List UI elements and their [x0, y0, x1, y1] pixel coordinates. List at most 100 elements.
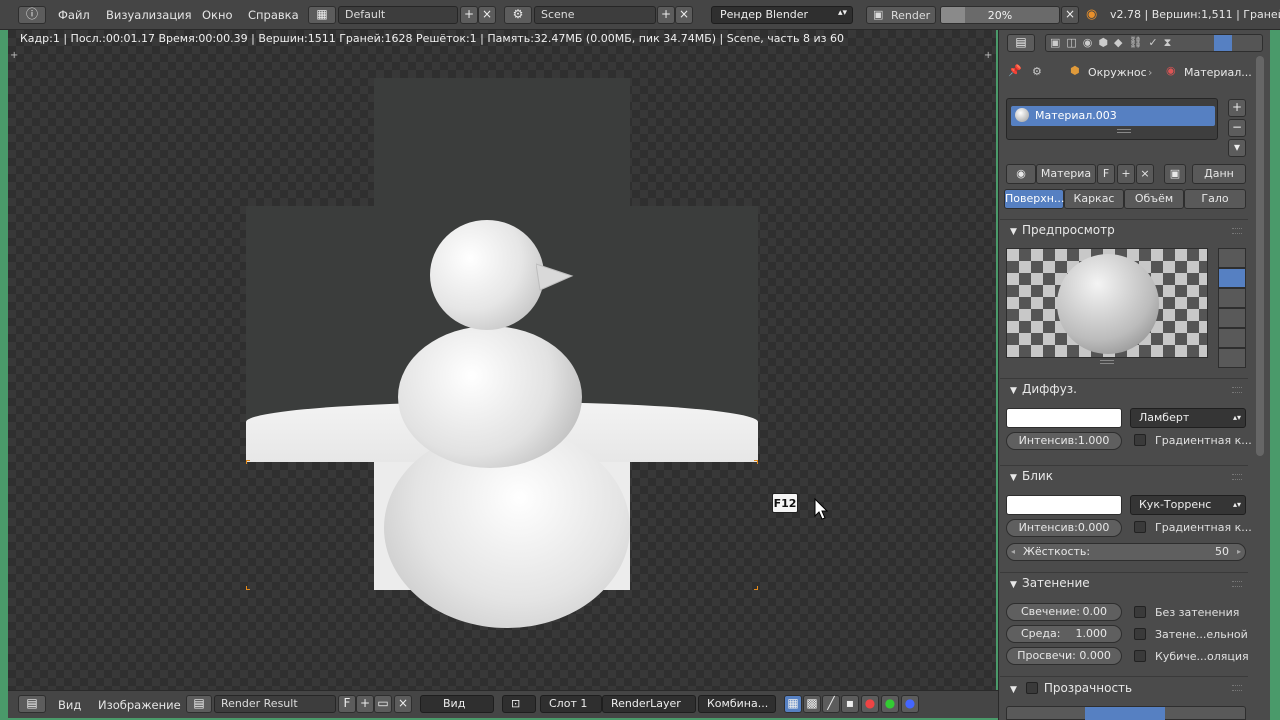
image-browse-icon[interactable]: ▤	[186, 695, 212, 713]
list-resize-grip[interactable]	[1117, 129, 1131, 133]
preview-sphere-icon[interactable]	[1218, 268, 1246, 288]
scene-add-icon[interactable]: +	[657, 6, 675, 24]
material-slot-list[interactable]: Материал.003	[1006, 98, 1218, 140]
transparency-mode-row[interactable]	[1006, 706, 1246, 720]
tab-volume[interactable]: Объём	[1124, 189, 1184, 209]
render-layer-dropdown[interactable]: RenderLayer	[602, 695, 696, 713]
tangent-shading-checkbox[interactable]	[1134, 628, 1146, 640]
preview-monkey-icon[interactable]	[1218, 308, 1246, 328]
diffuse-panel-header[interactable]: ▼ Диффуз.	[1000, 378, 1248, 402]
material-fake-user[interactable]: F	[1097, 164, 1115, 184]
material-context-icon[interactable]	[1214, 35, 1232, 51]
layout-field[interactable]: Default	[338, 6, 458, 24]
slot-menu-icon[interactable]: ▾	[1228, 139, 1246, 157]
panel-grip-icon[interactable]	[1232, 387, 1242, 393]
pivot-dropdown[interactable]: ⊡	[502, 695, 536, 713]
transparency-checkbox[interactable]	[1025, 682, 1038, 694]
cancel-render-icon[interactable]: ×	[1061, 6, 1079, 24]
translucency-field[interactable]: Просвечи: 0.000	[1006, 647, 1122, 665]
editor-type-icon[interactable]: ▤	[18, 695, 46, 713]
green-channel-icon[interactable]: ●	[881, 695, 899, 713]
preview-cube-icon[interactable]	[1218, 288, 1246, 308]
emit-field[interactable]: Свечение: 0.00	[1006, 603, 1122, 621]
material-browse-icon[interactable]: ◉	[1006, 164, 1036, 184]
red-channel-icon[interactable]: ●	[861, 695, 879, 713]
menu-image[interactable]: Изображение	[98, 698, 181, 712]
z-buffer-icon[interactable]: ╱	[822, 695, 840, 713]
data-link-dropdown[interactable]: Данн	[1192, 164, 1246, 184]
image-open-icon[interactable]: ▭	[374, 695, 392, 713]
node-toggle-icon[interactable]: ▣	[1164, 164, 1186, 184]
specular-shader-dropdown[interactable]: Кук-Торренс ▴▾	[1130, 495, 1246, 515]
menu-render[interactable]: Визуализация	[106, 8, 192, 22]
context-tabs[interactable]: ▣◫◉⬢◆⛓✓⧗	[1045, 34, 1263, 52]
menu-view[interactable]: Вид	[58, 698, 81, 712]
preview-hair-icon[interactable]	[1218, 328, 1246, 348]
material-unlink-icon[interactable]: ×	[1136, 164, 1154, 184]
info-editor-type-button[interactable]: ⓘ	[18, 6, 46, 24]
properties-editor-icon[interactable]: ▤	[1007, 34, 1035, 52]
image-name-field[interactable]: Render Result	[214, 695, 336, 713]
context-icons[interactable]: ▣◫◉⬢◆⛓✓⧗	[1050, 36, 1177, 50]
hardness-field[interactable]: ◂ Жёсткость: 50 ▸	[1006, 543, 1246, 561]
panel-grip-icon[interactable]	[1232, 474, 1242, 480]
diffuse-color-swatch[interactable]	[1006, 408, 1122, 428]
preview-flat-icon[interactable]	[1218, 248, 1246, 268]
material-name-field[interactable]: Материа	[1036, 164, 1096, 184]
specular-intensity-field[interactable]: Интенсив:0.000	[1006, 519, 1122, 537]
channels-icon[interactable]: ▪	[841, 695, 859, 713]
transparency-mode-active[interactable]	[1085, 707, 1165, 720]
menu-window[interactable]: Окно	[202, 8, 233, 22]
specular-ramp-checkbox[interactable]	[1134, 521, 1146, 533]
alpha-checker-icon[interactable]: ▩	[803, 695, 821, 713]
scene-icon[interactable]: ⚙	[504, 6, 532, 24]
corner-plus-icon[interactable]: +	[10, 50, 18, 61]
layout-icon[interactable]: ▦	[308, 6, 336, 24]
pin-icon[interactable]: 📌	[1008, 64, 1022, 77]
panel-grip-icon[interactable]	[1232, 228, 1242, 234]
diffuse-ramp-checkbox[interactable]	[1134, 434, 1146, 446]
render-pass-dropdown[interactable]: Комбина...	[698, 695, 776, 713]
panel-grip-icon[interactable]	[1232, 685, 1242, 691]
specular-color-swatch[interactable]	[1006, 495, 1122, 515]
image-new-icon[interactable]: +	[356, 695, 374, 713]
fake-user-button[interactable]: F	[338, 695, 356, 713]
preview-sky-icon[interactable]	[1218, 348, 1246, 368]
transparency-panel-header[interactable]: ▼ Прозрачность	[1000, 676, 1248, 700]
chevron-right-icon[interactable]: ▸	[1237, 544, 1241, 560]
corner-plus-icon-right[interactable]: +	[984, 50, 992, 61]
blue-channel-icon[interactable]: ●	[901, 695, 919, 713]
slot-dropdown[interactable]: Слот 1	[540, 695, 602, 713]
diffuse-shader-dropdown[interactable]: Ламберт ▴▾	[1130, 408, 1246, 428]
cubic-interpolation-checkbox[interactable]	[1134, 650, 1146, 662]
view-dropdown[interactable]: Вид	[420, 695, 494, 713]
render-button[interactable]: ▣ Render	[866, 6, 936, 24]
image-editor-area[interactable]: + +	[8, 30, 996, 690]
ambient-field[interactable]: Среда: 1.000	[1006, 625, 1122, 643]
render-engine-dropdown[interactable]: Рендер Blender ▴▾	[711, 6, 853, 24]
layout-add-icon[interactable]: +	[460, 6, 478, 24]
menu-file[interactable]: Файл	[58, 8, 90, 22]
add-slot-icon[interactable]: +	[1228, 99, 1246, 117]
tab-wire[interactable]: Каркас	[1064, 189, 1124, 209]
tab-halo[interactable]: Гало	[1184, 189, 1246, 209]
scene-field[interactable]: Scene	[534, 6, 656, 24]
chevron-left-icon[interactable]: ◂	[1011, 544, 1015, 560]
image-unlink-icon[interactable]: ×	[394, 695, 412, 713]
specular-panel-header[interactable]: ▼ Блик	[1000, 465, 1248, 489]
menu-help[interactable]: Справка	[248, 8, 299, 22]
layout-remove-icon[interactable]: ×	[478, 6, 496, 24]
preview-panel-header[interactable]: ▼ Предпросмотр	[1000, 219, 1248, 243]
properties-scrollbar[interactable]	[1256, 56, 1264, 456]
panel-grip-icon[interactable]	[1232, 581, 1242, 587]
shadeless-checkbox[interactable]	[1134, 606, 1146, 618]
material-add-icon[interactable]: +	[1117, 164, 1135, 184]
diffuse-intensity-field[interactable]: Интенсив:1.000	[1006, 432, 1122, 450]
preview-resize-grip[interactable]	[1100, 360, 1114, 364]
tab-surface[interactable]: Поверхн...	[1004, 189, 1064, 209]
shading-panel-header[interactable]: ▼ Затенение	[1000, 572, 1248, 596]
scene-remove-icon[interactable]: ×	[675, 6, 693, 24]
material-slot-row[interactable]: Материал.003	[1011, 106, 1215, 126]
display-alpha-icon[interactable]: ▦	[784, 695, 802, 713]
remove-slot-icon[interactable]: −	[1228, 119, 1246, 137]
